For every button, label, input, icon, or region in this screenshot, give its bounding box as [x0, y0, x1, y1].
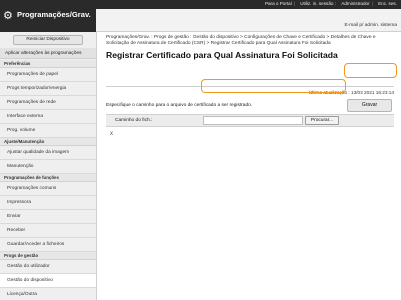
save-button-highlight [344, 63, 397, 78]
sidebar-item-printer[interactable]: Impressora [0, 196, 96, 210]
gear-icon: ⚙ [3, 10, 13, 22]
top-link-strip: Para o Portal | Utiliz. in. sessão : Admi… [96, 0, 401, 9]
sidebar-item-paper-settings[interactable]: Programações de papel [0, 68, 96, 82]
sidebar-section-preferences: Preferências [0, 60, 96, 68]
instruction-text: Especifique o caminho para o arquivo de … [106, 103, 253, 108]
sidebar-item-store-access-files[interactable]: Guardar/Aceder a ficheiros [0, 238, 96, 252]
login-user-label: Utiliz. in. sessão : [300, 1, 336, 6]
logout-link[interactable]: Enc. ses. [378, 1, 397, 6]
clear-file-icon[interactable]: x [110, 131, 113, 137]
restart-device-button[interactable]: Reiniciar Dispositivo [13, 35, 83, 45]
sidebar-item-license-other[interactable]: Licença/Outra [0, 288, 96, 300]
sidebar-item-network[interactable]: Programações de rede [0, 96, 96, 110]
file-path-input[interactable] [203, 116, 303, 125]
email-admin-link[interactable]: E-mail p/ admin. sistema [344, 23, 397, 28]
sidebar-item-receive[interactable]: Receber [0, 224, 96, 238]
app-title: Programações/Grav. [17, 10, 91, 19]
page-title: Registrar Certificado para Qual Assinatu… [106, 49, 338, 60]
top-links: Para o Portal | Utiliz. in. sessão : Admi… [264, 1, 397, 6]
file-path-row: Caminho do fich.: Procurar... [106, 115, 394, 127]
sidebar-item-external-interface[interactable]: Interface externa [0, 110, 96, 124]
sidebar-item-image-quality[interactable]: Ajustar qualidade da imagem [0, 146, 96, 160]
sidebar-item-common-settings[interactable]: Programações comuns [0, 182, 96, 196]
file-path-highlight [201, 79, 346, 93]
header-subbar: E-mail p/ admin. sistema [96, 9, 401, 32]
sidebar-item-user-management[interactable]: Gestão do utilizador [0, 260, 96, 274]
top-bar: ⚙ Programações/Grav. Para o Portal | Util… [0, 0, 401, 32]
sidebar: Reiniciar Dispositivo Aplicar alterações… [0, 32, 97, 300]
sidebar-nav: Preferências Programações de papel Progs… [0, 60, 96, 300]
apply-settings-link[interactable]: Aplicar alterações às programações [0, 48, 96, 59]
save-button[interactable]: Gravar [347, 99, 392, 112]
login-user-name: Administrador [341, 1, 370, 6]
breadcrumb: Programações/Grav. : Progs de gestão : G… [106, 35, 376, 47]
sidebar-item-maintenance[interactable]: Manutenção [0, 160, 96, 174]
sidebar-section-function-settings: Programações de funções [0, 174, 96, 182]
sidebar-item-volume[interactable]: Prog. volume [0, 124, 96, 138]
file-path-label: Caminho do fich.: [115, 118, 153, 123]
portal-link[interactable]: Para o Portal [265, 1, 292, 6]
sidebar-item-timer-energy[interactable]: Progs temporizador/energia [0, 82, 96, 96]
sidebar-item-device-management[interactable]: Gestão do dispositivo [0, 274, 96, 288]
app-title-bar: ⚙ Programações/Grav. [0, 0, 96, 32]
sidebar-section-management: Progs de gestão [0, 252, 96, 260]
sidebar-section-adjustment: Ajuste/Manutenção [0, 138, 96, 146]
sidebar-item-send[interactable]: Enviar [0, 210, 96, 224]
browse-button[interactable]: Procurar... [305, 116, 339, 125]
